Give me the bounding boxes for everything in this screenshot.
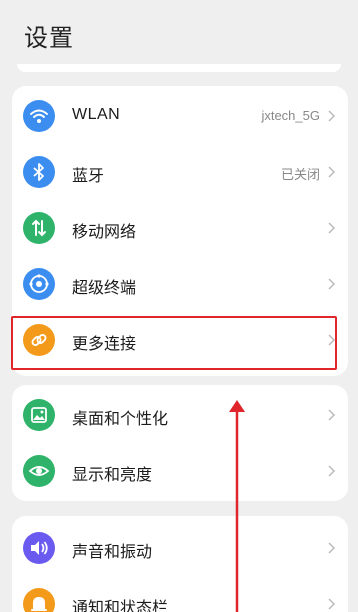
setting-item-notifications-status-bar[interactable]: 通知和状态栏	[12, 576, 348, 612]
setting-item-wlan[interactable]: WLAN jxtech_5G	[12, 88, 348, 144]
bell-icon	[23, 588, 55, 612]
setting-item-more-connections[interactable]: 更多连接	[12, 312, 348, 368]
setting-item-label: 蓝牙	[72, 166, 105, 185]
chevron-right-icon	[328, 278, 336, 290]
setting-item-desktop-personalization[interactable]: 桌面和个性化	[12, 387, 348, 443]
setting-item-label: 移动网络	[72, 222, 137, 241]
chevron-right-icon	[328, 110, 336, 122]
setting-item-label: 更多连接	[72, 334, 137, 353]
chevron-right-icon	[328, 542, 336, 554]
super-device-icon	[23, 268, 55, 300]
settings-group-sound: 声音和振动 通知和状态栏	[12, 516, 348, 612]
setting-item-label: 声音和振动	[72, 542, 153, 561]
wallpaper-icon	[23, 399, 55, 431]
setting-item-sound-vibration[interactable]: 声音和振动	[12, 520, 348, 576]
eye-icon	[23, 455, 55, 487]
setting-item-label: 桌面和个性化	[72, 409, 169, 428]
chevron-right-icon	[328, 334, 336, 346]
page-title: 设置	[24, 24, 74, 52]
chevron-right-icon	[328, 598, 336, 610]
bluetooth-icon	[23, 156, 55, 188]
setting-item-super-device[interactable]: 超级终端	[12, 256, 348, 312]
chevron-right-icon	[328, 409, 336, 421]
setting-item-display-brightness[interactable]: 显示和亮度	[12, 443, 348, 499]
setting-item-label: 显示和亮度	[72, 465, 153, 484]
chevron-right-icon	[328, 465, 336, 477]
setting-item-label: WLAN	[72, 106, 121, 123]
settings-group-connectivity: WLAN jxtech_5G 蓝牙 已关闭 移动网络 超级终端 更多连接	[12, 86, 348, 376]
chevron-right-icon	[328, 166, 336, 178]
setting-item-label: 超级终端	[72, 278, 137, 297]
setting-item-value: jxtech_5G	[261, 108, 320, 123]
setting-item-label: 通知和状态栏	[72, 598, 169, 612]
search-bar[interactable]	[17, 64, 341, 72]
setting-item-bluetooth[interactable]: 蓝牙 已关闭	[12, 144, 348, 200]
link-icon	[23, 324, 55, 356]
setting-item-value: 已关闭	[280, 167, 320, 182]
settings-group-display: 桌面和个性化 显示和亮度	[12, 385, 348, 501]
wifi-icon	[23, 100, 55, 132]
speaker-icon	[23, 532, 55, 564]
setting-item-mobile-network[interactable]: 移动网络	[12, 200, 348, 256]
mobile-data-icon	[23, 212, 55, 244]
chevron-right-icon	[328, 222, 336, 234]
